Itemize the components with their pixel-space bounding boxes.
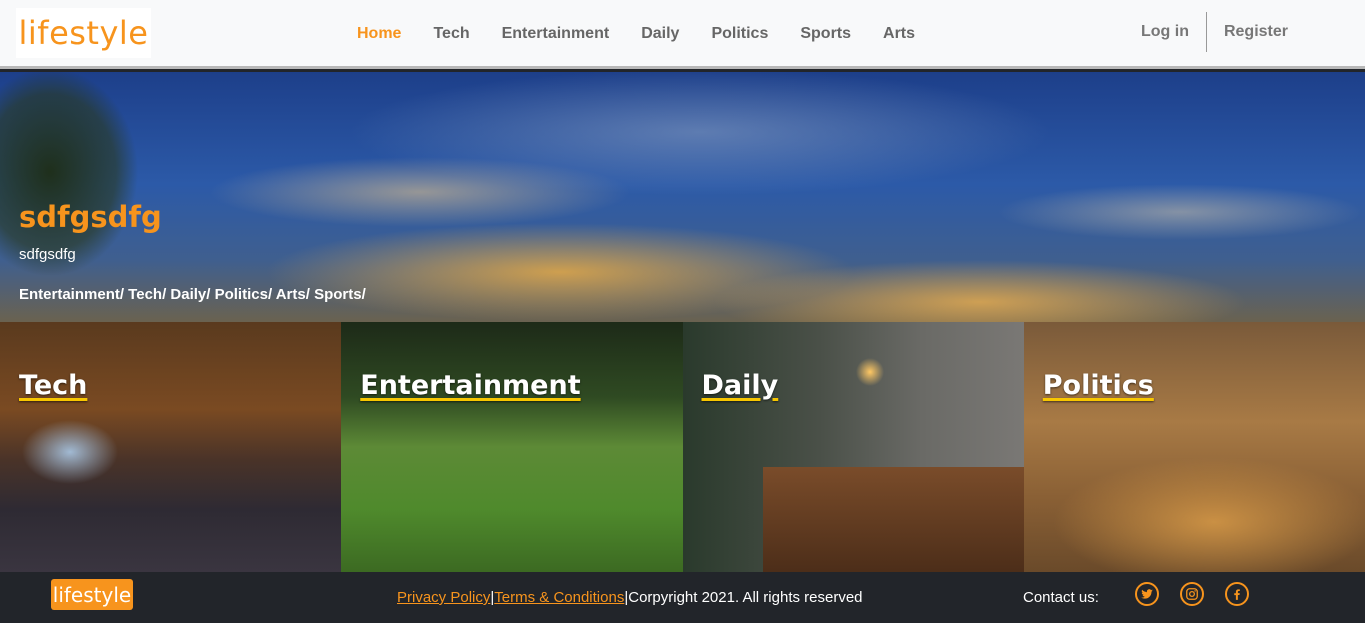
category-tiles: Tech Entertainment Daily Politics [0,322,1365,572]
nav-entertainment[interactable]: Entertainment [486,25,626,43]
hero-title: sdfgsdfg [19,200,162,234]
twitter-icon[interactable] [1135,582,1159,606]
footer-logo-text: lifestyle [52,582,132,607]
facebook-glyph [1234,589,1240,600]
site-header: lifestyle Home Tech Entertainment Daily … [0,0,1365,69]
copyright-text: Corpyright 2021. All rights reserved [628,589,863,606]
auth-links: Log in Register [1124,12,1305,52]
logo-text: lifestyle [18,14,149,52]
tile-daily-title[interactable]: Daily [702,370,779,401]
footer-links: Privacy Policy|Terms & Conditions|Corpyr… [397,589,863,606]
terms-link[interactable]: Terms & Conditions [494,589,624,606]
site-footer: lifestyle Privacy Policy|Terms & Conditi… [0,572,1365,623]
nav-sports[interactable]: Sports [784,25,867,43]
tile-politics-title[interactable]: Politics [1043,370,1154,401]
hero-banner: sdfgsdfg sdfgsdfg Entertainment/ Tech/ D… [0,72,1365,322]
hero-subtitle: sdfgsdfg [19,246,76,263]
register-link[interactable]: Register [1207,23,1305,41]
main-nav: Home Tech Entertainment Daily Politics S… [341,22,931,46]
tile-tech-title[interactable]: Tech [19,370,87,401]
tile-tech[interactable]: Tech [0,322,342,572]
contact-label: Contact us: [1023,589,1099,606]
hero-tree-image [0,72,190,322]
nav-arts[interactable]: Arts [867,25,931,43]
nav-politics[interactable]: Politics [695,25,784,43]
tile-entertainment[interactable]: Entertainment [341,322,683,572]
twitter-glyph [1141,589,1153,599]
facebook-icon[interactable] [1225,582,1249,606]
tile-entertainment-title[interactable]: Entertainment [360,370,580,401]
login-link[interactable]: Log in [1124,23,1206,41]
footer-logo[interactable]: lifestyle [51,579,133,610]
instagram-icon[interactable] [1180,582,1204,606]
hero-categories: Entertainment/ Tech/ Daily/ Politics/ Ar… [19,286,366,303]
nav-daily[interactable]: Daily [625,25,695,43]
instagram-glyph [1186,588,1198,600]
tile-daily[interactable]: Daily [682,322,1024,572]
nav-home[interactable]: Home [341,25,417,43]
privacy-link[interactable]: Privacy Policy [397,589,490,606]
tile-politics[interactable]: Politics [1023,322,1365,572]
nav-tech[interactable]: Tech [417,25,485,43]
site-logo[interactable]: lifestyle [16,8,151,58]
desk-image [762,467,1024,572]
